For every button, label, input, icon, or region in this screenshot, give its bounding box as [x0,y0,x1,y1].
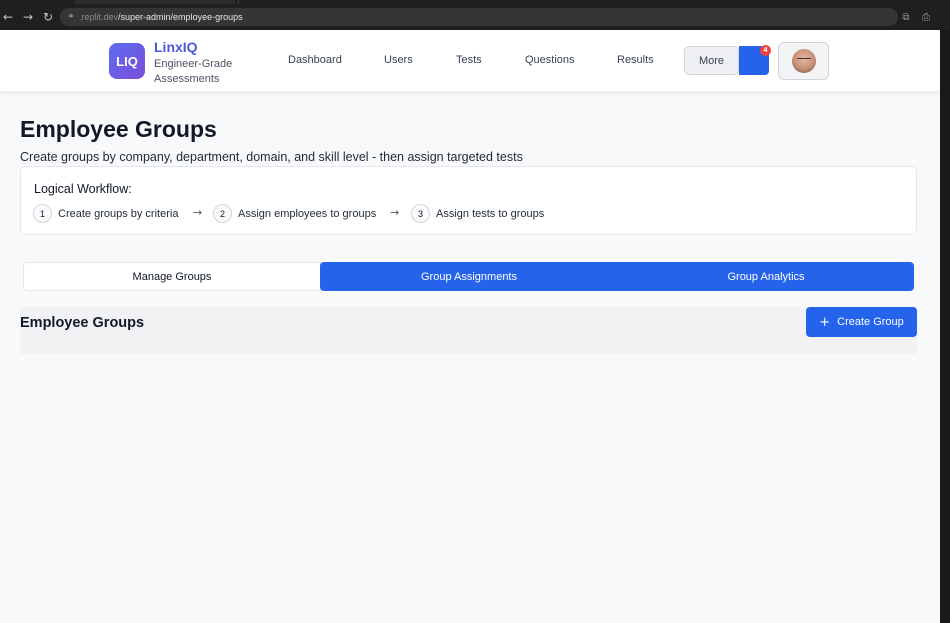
nav-results[interactable]: Results [617,54,654,66]
workflow-step: 1 Create groups by criteria [33,204,178,223]
url-path: /super-admin/employee-groups [118,12,243,22]
workflow-card: Logical Workflow: 1 Create groups by cri… [20,166,917,235]
brand-logo[interactable]: LIQ [109,43,145,79]
nav-users[interactable]: Users [384,54,413,66]
user-menu-button[interactable] [778,42,829,80]
step-label: Assign tests to groups [436,207,545,220]
reload-icon[interactable]: ↻ [38,7,58,27]
window-edge [940,30,950,623]
nav-tests[interactable]: Tests [456,54,482,66]
page-title: Employee Groups [20,116,217,142]
brand-tagline: Engineer-Grade Assessments [154,58,233,85]
page-subtitle: Create groups by company, department, do… [20,150,523,164]
notification-badge: 4 [760,45,771,56]
section-title: Employee Groups [20,315,145,331]
more-button[interactable]: More [684,46,739,75]
url-host: .replit.dev [79,12,119,22]
step-number: 3 [411,204,430,223]
tab-group-assignments[interactable]: Group Assignments [320,262,618,291]
step-label: Create groups by criteria [58,207,179,220]
create-group-label: Create Group [837,316,904,328]
tab-group-analytics[interactable]: Group Analytics [618,262,914,291]
workflow-title: Logical Workflow: [34,182,132,196]
open-in-app-icon[interactable]: ⎙ [920,11,932,23]
browser-toolbar: ← → ↻ ⚭ .replit.dev/super-admin/employee… [0,4,950,30]
nav-questions[interactable]: Questions [525,54,575,66]
nav-dashboard[interactable]: Dashboard [288,54,342,66]
address-bar[interactable]: ⚭ .replit.dev/super-admin/employee-group… [60,8,898,26]
brand-name[interactable]: LinxIQ [154,39,198,55]
arrow-right-icon: → [193,206,203,219]
workflow-step: 2 Assign employees to groups [213,204,376,223]
step-number: 1 [33,204,52,223]
arrow-right-icon: → [390,206,400,219]
plus-icon: + [819,314,831,330]
back-icon[interactable]: ← [0,7,18,27]
groups-section: Employee Groups + Create Group [20,307,917,354]
group-tabs: Manage Groups Group Assignments Group An… [22,262,914,291]
tab-manage-groups[interactable]: Manage Groups [23,262,321,291]
app-header: LIQ LinxIQ Engineer-Grade Assessments Da… [0,30,940,91]
site-info-icon[interactable]: ⚭ [66,12,76,22]
avatar [791,49,816,73]
step-number: 2 [213,204,232,223]
step-label: Assign employees to groups [238,207,377,220]
forward-icon[interactable]: → [18,7,38,27]
create-group-button[interactable]: + Create Group [806,307,917,337]
workflow-step: 3 Assign tests to groups [411,204,544,223]
cast-icon[interactable]: ⧉ [900,11,912,23]
